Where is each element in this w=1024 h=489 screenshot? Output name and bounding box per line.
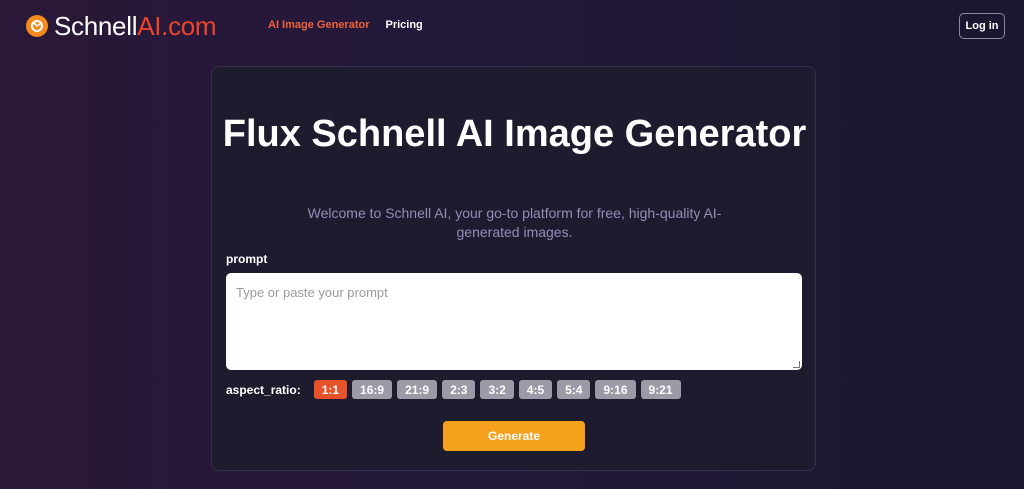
page-subtitle: Welcome to Schnell AI, your go-to platfo… (307, 205, 722, 240)
nav-ai-image-generator[interactable]: AI Image Generator (268, 19, 369, 31)
logo-text-main: Schnell (54, 11, 138, 41)
prompt-label: prompt (226, 252, 268, 266)
aspect-ratio-label: aspect_ratio: (226, 382, 301, 397)
aspect-ratio-option-1-1[interactable]: 1:1 (313, 380, 348, 399)
page-title: Flux Schnell AI Image Generator (222, 113, 807, 155)
header: SchnellAI.com AI Image Generator Pricing… (0, 0, 1024, 52)
aspect-ratio-option-9-16[interactable]: 9:16 (595, 380, 636, 399)
aspect-ratio-option-3-2[interactable]: 3:2 (480, 380, 514, 399)
aspect-ratio-option-16-9[interactable]: 16:9 (352, 380, 393, 399)
main-nav: AI Image Generator Pricing (268, 19, 423, 31)
logo-text: SchnellAI.com (54, 11, 217, 41)
logo-text-accent: AI.com (137, 11, 217, 41)
login-button[interactable]: Log in (959, 13, 1005, 39)
site-logo[interactable]: SchnellAI.com (26, 11, 217, 41)
nav-pricing[interactable]: Pricing (385, 19, 422, 31)
aspect-ratio-option-4-5[interactable]: 4:5 (518, 380, 553, 399)
aspect-ratio-option-21-9[interactable]: 21:9 (397, 380, 438, 399)
aspect-ratio-option-9-21[interactable]: 9:21 (640, 380, 681, 399)
aspect-ratio-option-5-4[interactable]: 5:4 (557, 380, 591, 399)
prompt-input[interactable] (226, 273, 802, 370)
aspect-ratio-selector: aspect_ratio: 1:1 16:9 21:9 2:3 3:2 4:5 … (226, 380, 686, 399)
generator-card: Flux Schnell AI Image Generator Welcome … (211, 66, 816, 471)
aspect-ratio-option-2-3[interactable]: 2:3 (442, 380, 476, 399)
textarea-resize-handle[interactable] (793, 361, 800, 368)
generate-button[interactable]: Generate (443, 421, 585, 451)
logo-icon (26, 15, 48, 37)
